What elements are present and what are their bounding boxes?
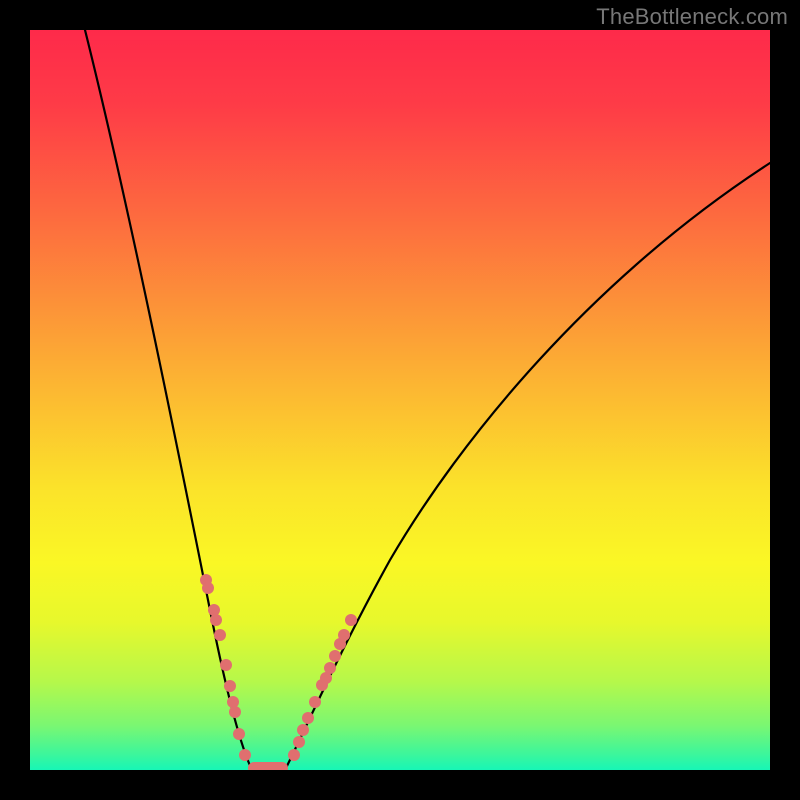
chart-svg bbox=[30, 30, 770, 770]
chart-plot-area bbox=[30, 30, 770, 770]
curve-right-branch bbox=[285, 163, 770, 770]
chart-frame: TheBottleneck.com bbox=[0, 0, 800, 800]
watermark-text: TheBottleneck.com bbox=[596, 4, 788, 30]
curve-left-branch bbox=[85, 30, 252, 770]
